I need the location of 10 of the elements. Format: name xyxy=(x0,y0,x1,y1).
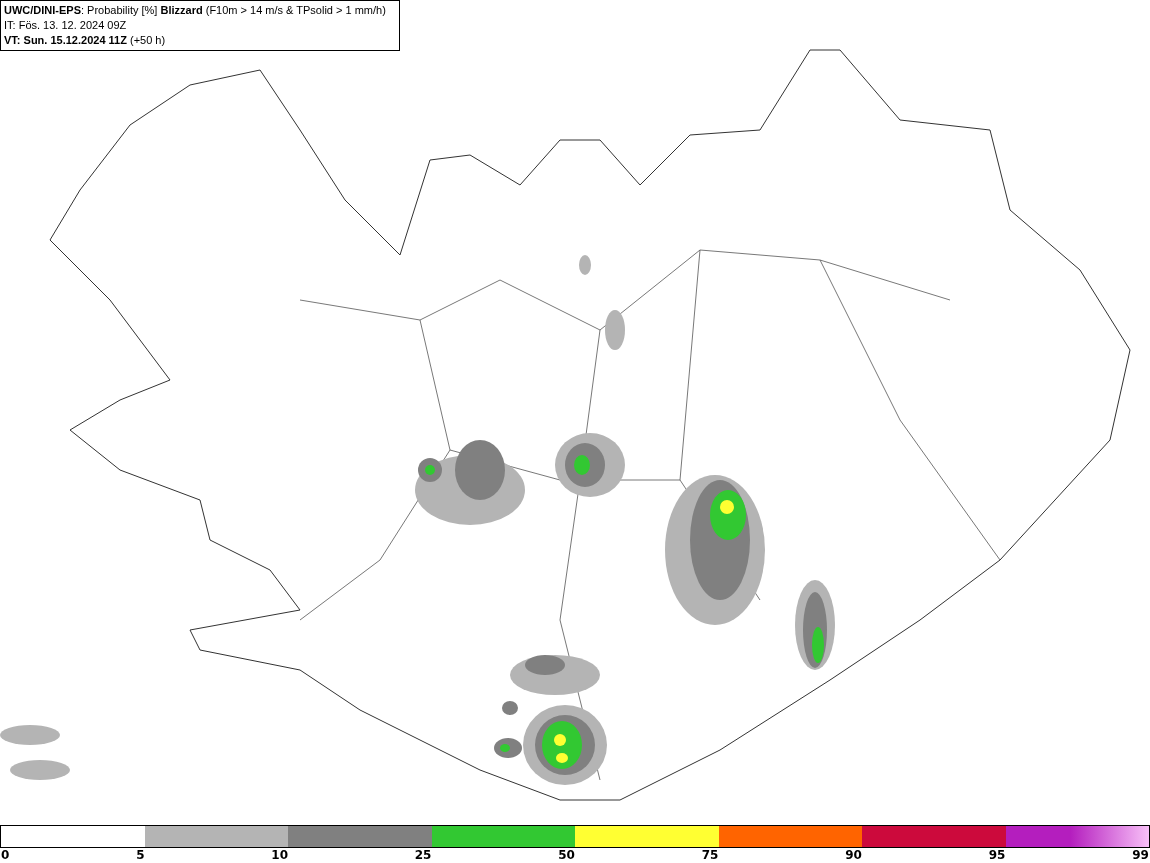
map-header: UWC/DINI-EPS: Probability [%] Blizzard (F10m > 14 m/s & TPsolid > 1 mm/h) IT: Fös. 13. 12. 2024 09Z VT: Sun. 15.12.2024 11Z (+50 h) xyxy=(0,0,400,51)
tick-label: 75 xyxy=(701,848,719,862)
tick-label: 99 xyxy=(1132,848,1149,862)
tick-label: 90 xyxy=(845,848,862,862)
tick-label: 50 xyxy=(558,848,575,862)
tick-label: 95 xyxy=(988,848,1006,862)
tick-label: 0 xyxy=(1,848,10,862)
tick-label: 25 xyxy=(414,848,432,862)
tick-label: 5 xyxy=(136,848,145,862)
tick-label: 10 xyxy=(271,848,288,862)
